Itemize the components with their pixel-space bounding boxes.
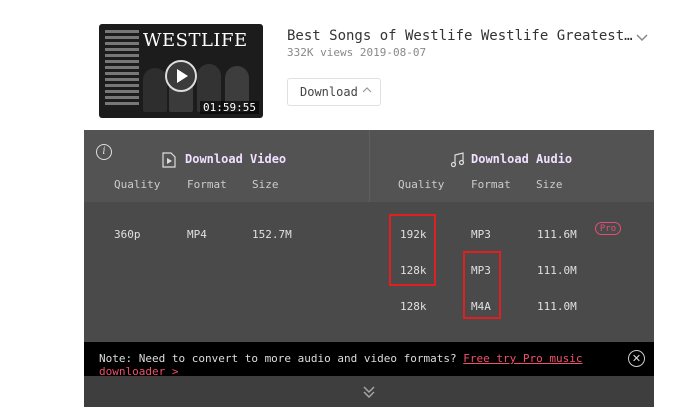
audio-row-3-size[interactable]: 111.0M: [537, 300, 577, 313]
video-title: Best Songs of Westlife Westlife Greatest…: [287, 28, 633, 44]
panel-footer: [84, 376, 654, 407]
download-button[interactable]: Download: [287, 78, 381, 106]
video-row-format[interactable]: MP4: [187, 228, 207, 241]
double-chevron-down-icon[interactable]: [361, 384, 377, 400]
audio-col-format: Format: [471, 178, 511, 191]
video-row-size[interactable]: 152.7M: [252, 228, 292, 241]
info-icon[interactable]: i: [96, 144, 112, 160]
video-section-title: Download Video: [185, 152, 287, 166]
video-row-quality[interactable]: 360p: [114, 228, 141, 241]
thumbnail-tracklist: [105, 30, 139, 108]
audio-section-title: Download Audio: [471, 152, 573, 166]
video-file-icon: [162, 152, 176, 168]
video-thumbnail[interactable]: WESTLIFE 01:59:55: [99, 24, 263, 118]
audio-col-size: Size: [536, 178, 563, 191]
play-icon[interactable]: [165, 60, 197, 92]
download-panel: i Download Video Quality Format Size Dow…: [84, 130, 654, 407]
pro-badge[interactable]: Pro: [595, 222, 621, 235]
format-highlight-box: [463, 251, 501, 319]
video-col-quality: Quality: [114, 178, 161, 191]
section-divider: [369, 130, 370, 202]
video-col-format: Format: [187, 178, 227, 191]
video-meta: 332K views 2019-08-07: [287, 46, 427, 59]
audio-col-quality: Quality: [398, 178, 445, 191]
note-text: Note: Need to convert to more audio and …: [99, 352, 654, 378]
video-col-size: Size: [252, 178, 279, 191]
quality-highlight-box: [389, 214, 436, 286]
chevron-down-icon[interactable]: [635, 30, 649, 44]
audio-row-1-format[interactable]: MP3: [471, 228, 491, 241]
note-prefix: Note: Need to convert to more audio and …: [99, 352, 457, 365]
chevron-up-icon: [362, 87, 372, 93]
close-icon[interactable]: ✕: [628, 350, 645, 367]
audio-row-2-size[interactable]: 111.0M: [537, 264, 577, 277]
audio-row-1-size[interactable]: 111.6M: [537, 228, 577, 241]
music-note-icon: [450, 152, 465, 168]
download-button-label: Download: [300, 85, 358, 99]
video-duration: 01:59:55: [200, 101, 259, 114]
thumbnail-brand: WESTLIFE: [143, 30, 248, 51]
audio-row-3-quality[interactable]: 128k: [400, 300, 427, 313]
note-bar: Note: Need to convert to more audio and …: [84, 342, 654, 378]
